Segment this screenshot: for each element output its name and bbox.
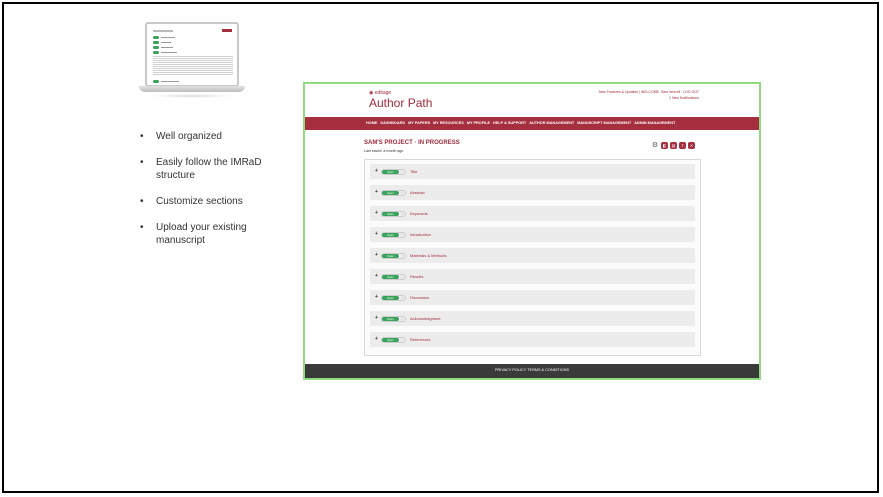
- section-row[interactable]: + Open Keywords: [370, 206, 695, 221]
- brand-logo[interactable]: Author Path: [369, 96, 432, 110]
- section-label[interactable]: Introduction: [410, 232, 431, 237]
- section-label[interactable]: Materials & Methods: [410, 253, 446, 258]
- expand-icon[interactable]: +: [375, 315, 378, 321]
- app-header: ◉ editage Author Path New Features & Upd…: [305, 84, 759, 117]
- expand-icon[interactable]: +: [375, 273, 378, 279]
- section-toggle[interactable]: Open: [381, 211, 406, 217]
- section-label[interactable]: Abstract: [410, 190, 425, 195]
- nav-dashboard[interactable]: DASHBOARD: [380, 121, 405, 125]
- feature-item: • Easily follow the IMRaD structure: [140, 157, 262, 181]
- nav-manuscript-management[interactable]: MANUSCRIPT MANAGEMENT: [577, 121, 631, 125]
- nav-admin-management[interactable]: ADMIN MANAGEMENT: [634, 121, 675, 125]
- section-row[interactable]: + Open Title: [370, 164, 695, 179]
- section-toggle[interactable]: Open: [381, 169, 406, 175]
- expand-icon[interactable]: +: [375, 252, 378, 258]
- section-row[interactable]: + Open Discussion: [370, 290, 695, 305]
- laptop-screen: [145, 22, 239, 87]
- gear-icon[interactable]: ⚙: [651, 141, 659, 149]
- user-links[interactable]: New Features & Updates | WELCOME, Sam Wo…: [599, 89, 699, 101]
- section-toggle[interactable]: Open: [381, 232, 406, 238]
- laptop-thumbnail: [139, 22, 245, 98]
- section-row[interactable]: + Open Acknowledgment: [370, 311, 695, 326]
- nav-home[interactable]: HOME: [366, 121, 377, 125]
- app-footer: PRIVACY POLICY TERMS & CONDITIONS: [305, 364, 759, 378]
- laptop-base: [139, 86, 245, 92]
- section-label[interactable]: References: [410, 337, 430, 342]
- feature-list: • Well organized • Easily follow the IMRaD…: [140, 130, 290, 260]
- export-icon[interactable]: ▤: [670, 141, 677, 149]
- expand-icon[interactable]: +: [375, 231, 378, 237]
- view-icon[interactable]: ◧: [661, 141, 668, 149]
- expand-icon[interactable]: +: [375, 210, 378, 216]
- section-toggle[interactable]: Open: [381, 190, 406, 196]
- section-label[interactable]: Keywords: [410, 211, 428, 216]
- section-toggle[interactable]: Open: [381, 337, 406, 343]
- section-row[interactable]: + Open References: [370, 332, 695, 347]
- section-toggle[interactable]: Open: [381, 253, 406, 259]
- section-toggle[interactable]: Open: [381, 316, 406, 322]
- app-screenshot: ◉ editage Author Path New Features & Upd…: [303, 82, 761, 380]
- main-nav: HOME DASHBOARD MY PAPERS MY RESOURCES MY…: [305, 117, 759, 130]
- expand-icon[interactable]: +: [375, 189, 378, 195]
- nav-my-resources[interactable]: MY RESOURCES: [433, 121, 464, 125]
- project-title: SAM'S PROJECT · IN PROGRESS: [364, 140, 460, 146]
- feature-item: • Customize sections: [140, 196, 243, 207]
- nav-author-management[interactable]: AUTHOR MANAGEMENT: [529, 121, 574, 125]
- section-row[interactable]: + Open Abstract: [370, 185, 695, 200]
- sections-panel: + Open Title + Open Abstract + Open Keyw…: [364, 159, 701, 356]
- section-toggle[interactable]: Open: [381, 274, 406, 280]
- slide: • Well organized • Easily follow the IMRaD…: [2, 2, 879, 493]
- footer-links[interactable]: PRIVACY POLICY TERMS & CONDITIONS: [305, 368, 759, 372]
- expand-icon[interactable]: +: [375, 294, 378, 300]
- nav-my-profile[interactable]: MY PROFILE: [467, 121, 490, 125]
- nav-my-papers[interactable]: MY PAPERS: [408, 121, 430, 125]
- share-icon[interactable]: ⇪: [679, 141, 686, 149]
- last-saved: Last saved: a month ago: [364, 149, 404, 153]
- section-row[interactable]: + Open Introduction: [370, 227, 695, 242]
- expand-icon[interactable]: +: [375, 336, 378, 342]
- expand-icon[interactable]: +: [375, 168, 378, 174]
- section-row[interactable]: + Open Materials & Methods: [370, 248, 695, 263]
- feature-item: • Well organized: [140, 131, 222, 142]
- section-row[interactable]: + Open Results: [370, 269, 695, 284]
- section-toggle[interactable]: Open: [381, 295, 406, 301]
- nav-help-support[interactable]: HELP & SUPPORT: [493, 121, 526, 125]
- section-label[interactable]: Results: [410, 274, 423, 279]
- section-label[interactable]: Discussion: [410, 295, 429, 300]
- project-content: SAM'S PROJECT · IN PROGRESS Last saved: …: [305, 130, 759, 368]
- feature-item: • Upload your existing manuscript: [140, 222, 247, 246]
- section-label[interactable]: Acknowledgment: [410, 316, 440, 321]
- section-label[interactable]: Title: [410, 169, 417, 174]
- project-toolbar: ⚙ ◧ ▤ ⇪ ✕: [651, 141, 695, 149]
- delete-icon[interactable]: ✕: [688, 141, 695, 149]
